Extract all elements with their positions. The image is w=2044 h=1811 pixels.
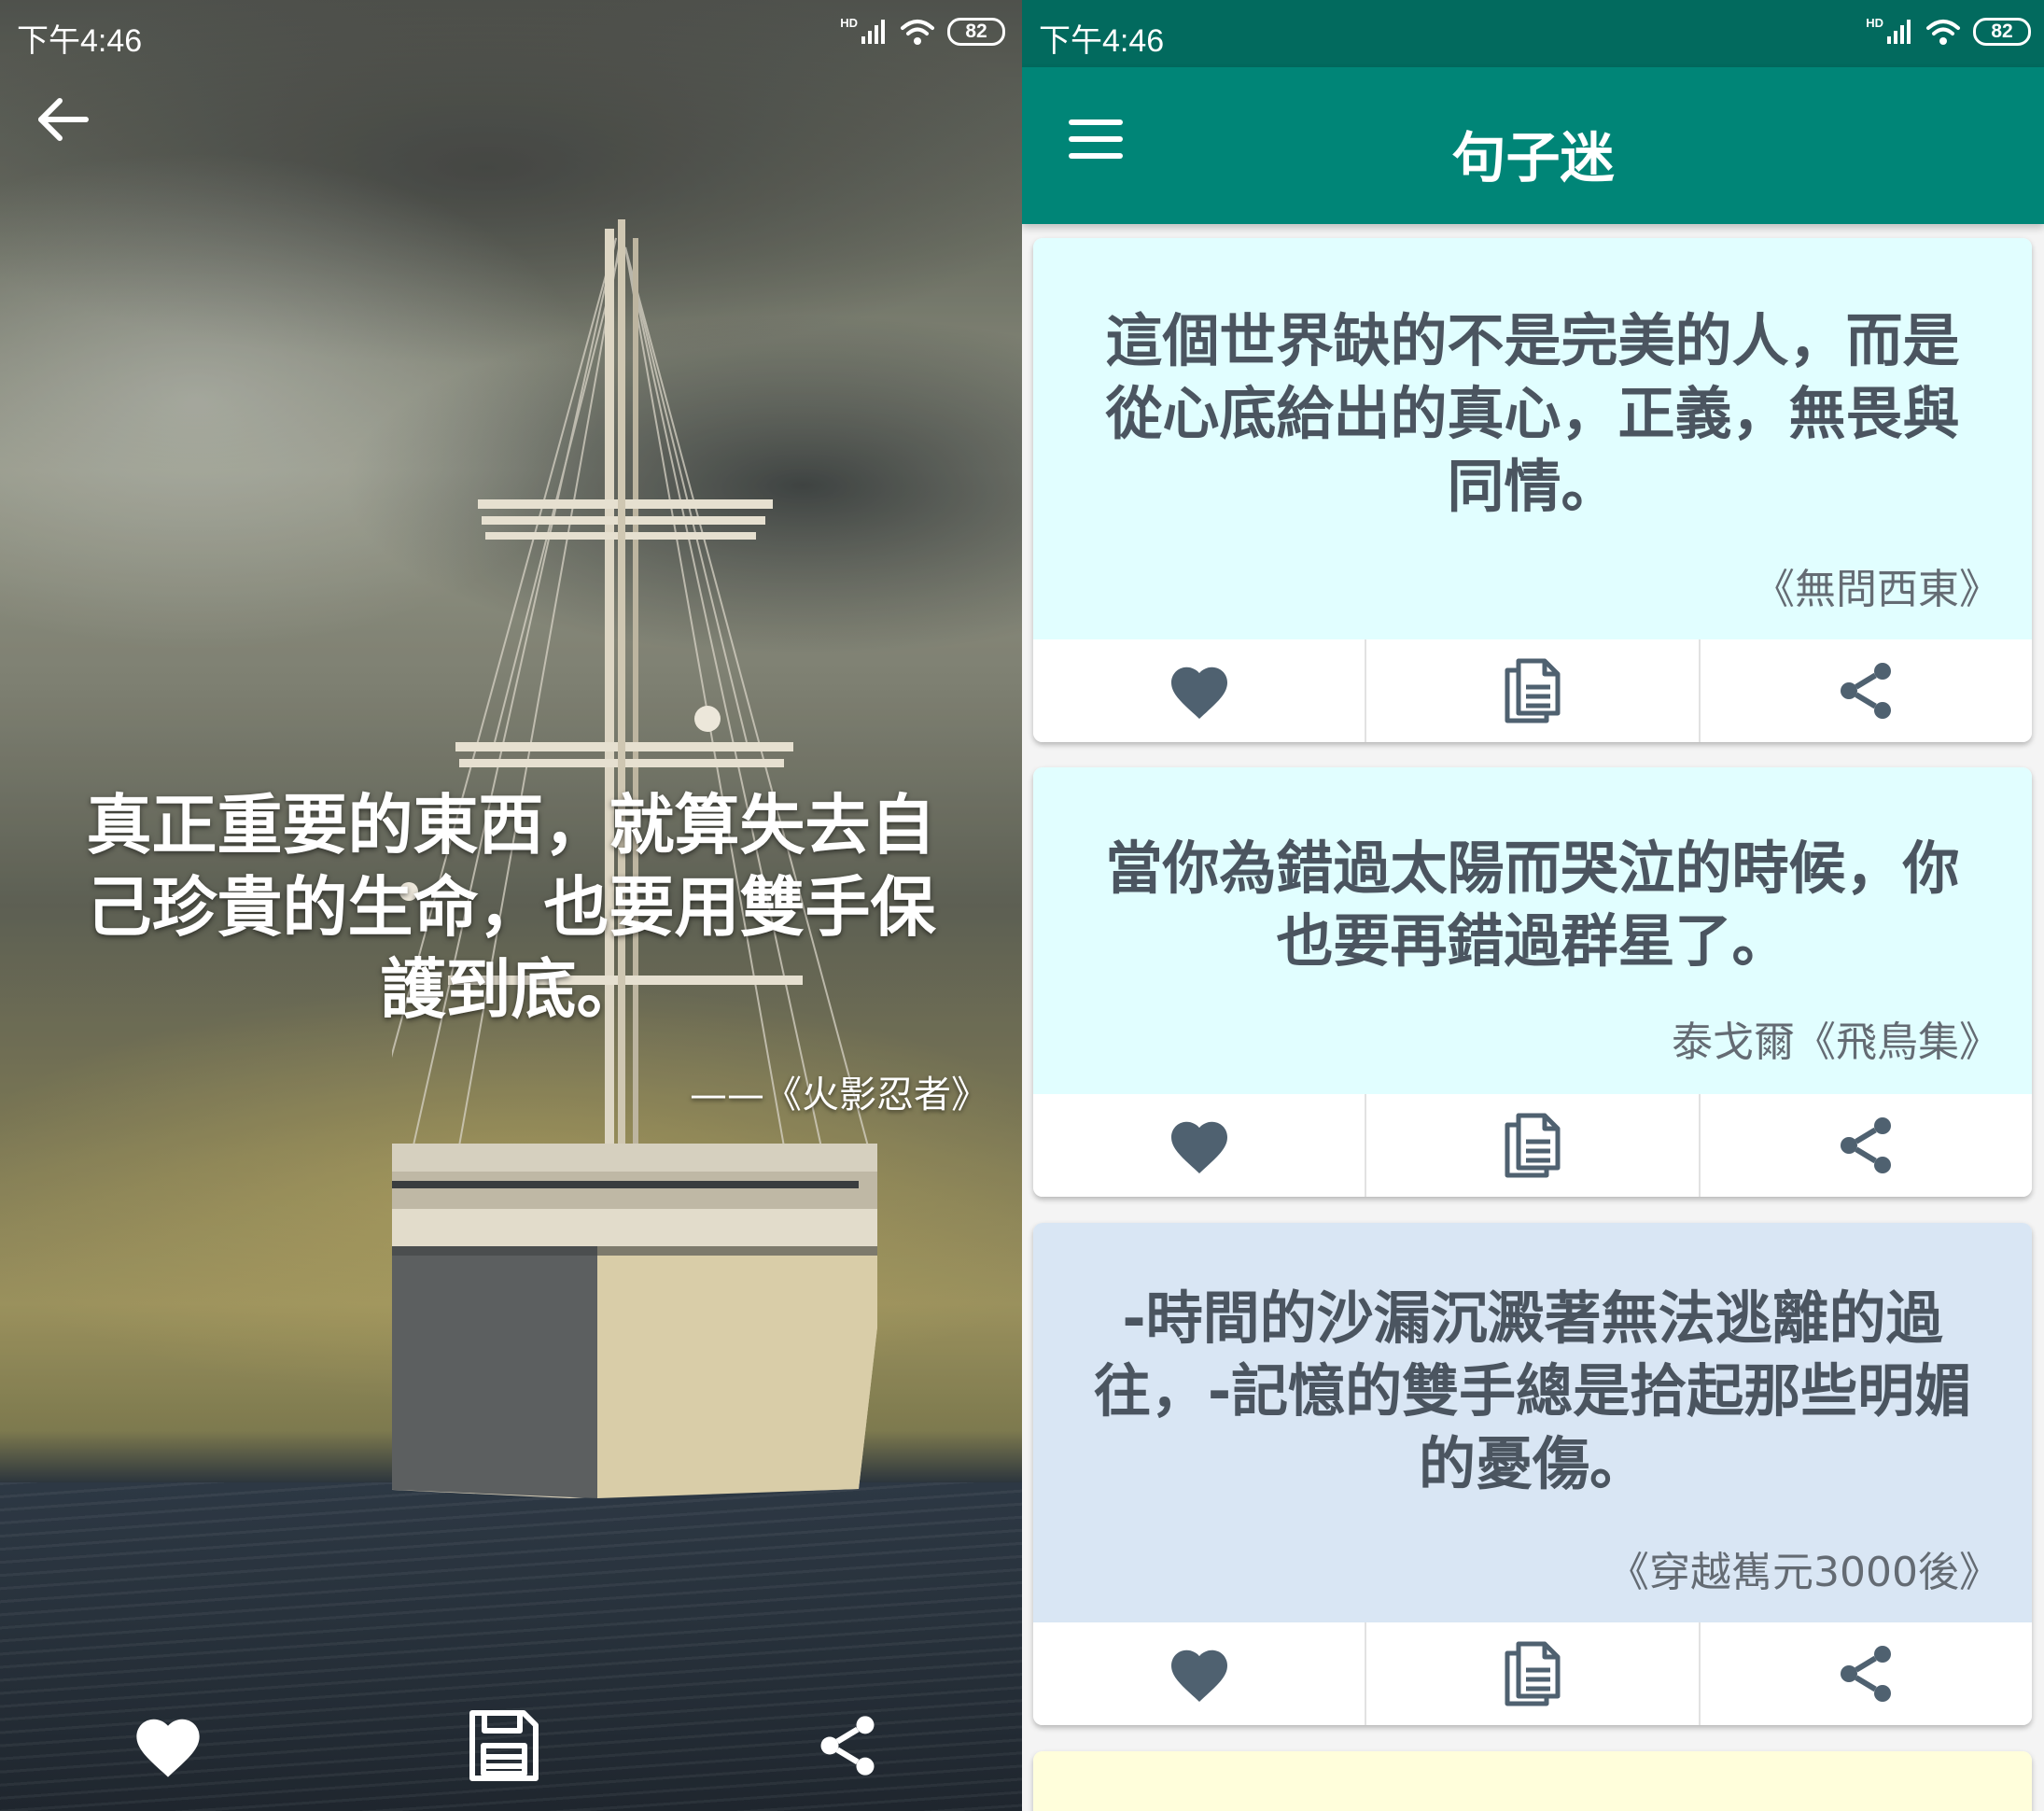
status-bar: 下午4:46 HD 82 <box>1022 0 2044 67</box>
share-icon <box>820 1716 875 1776</box>
card-actions <box>1033 1622 2032 1725</box>
heart-icon <box>1170 1121 1227 1173</box>
status-bar: 下午4:46 HD 82 <box>0 0 1022 71</box>
share-icon <box>1841 1117 1892 1173</box>
like-button[interactable] <box>1033 1094 1367 1197</box>
save-icon <box>469 1710 539 1781</box>
quote-card[interactable]: -時間的沙漏沉澱著無法逃離的過往，-記憶的雙手總是拾起那些明媚的憂傷。 《穿越嶲… <box>1033 1223 2032 1725</box>
network-type: HD <box>840 15 858 30</box>
quote-text: 當你為錯過太陽而哭泣的時候，你也要再錯過群星了。 <box>1105 835 1960 975</box>
arrow-left-icon <box>38 98 89 141</box>
quote-card-body[interactable]: -時間的沙漏沉澱著無法逃離的過往，-記憶的雙手總是拾起那些明媚的憂傷。 《穿越嶲… <box>1033 1223 2032 1622</box>
signal-icon <box>1887 20 1911 44</box>
heart-icon <box>1170 667 1227 719</box>
quote-card-body[interactable] <box>1033 1751 2032 1811</box>
network-type: HD <box>1866 15 1883 30</box>
quote-detail-screen: 下午4:46 HD 82 真正重要的東西，就算失去自己珍貴的生命，也要用雙手保護… <box>0 0 1022 1811</box>
share-button[interactable] <box>1701 639 2032 742</box>
favorite-button[interactable] <box>121 1699 215 1792</box>
quote-source: 《無問西東》 <box>1754 566 2000 613</box>
share-button[interactable] <box>1701 1094 2032 1197</box>
like-button[interactable] <box>1033 639 1367 742</box>
signal-icon <box>861 20 885 44</box>
copy-icon <box>1505 1641 1561 1706</box>
share-button[interactable] <box>1701 1622 2032 1725</box>
quote-card-body[interactable]: 這個世界缺的不是完美的人，而是從心底給出的真心，正義，無畏與同情。 《無問西東》 <box>1033 238 2032 639</box>
quote-card[interactable]: 這個世界缺的不是完美的人，而是從心底給出的真心，正義，無畏與同情。 《無問西東》 <box>1033 238 2032 742</box>
app-bar: 句子迷 <box>1022 67 2044 224</box>
heart-icon <box>136 1719 200 1777</box>
quote-source: ——《火影忍者》 <box>690 1074 988 1116</box>
share-icon <box>1841 1646 1892 1702</box>
bottom-action-bar <box>0 1699 1022 1792</box>
back-button[interactable] <box>34 90 93 149</box>
quote-text: -時間的沙漏沉澱著無法逃離的過往，-記憶的雙手總是拾起那些明媚的憂傷。 <box>1093 1285 1972 1497</box>
app-title: 句子迷 <box>1451 126 1615 190</box>
quote-text: 真正重要的東西，就算失去自己珍貴的生命，也要用雙手保護到底。 <box>86 787 936 1028</box>
status-icons: HD 82 <box>1866 15 2031 47</box>
copy-icon <box>1505 658 1561 723</box>
card-actions <box>1033 1094 2032 1197</box>
status-time: 下午4:46 <box>17 23 143 59</box>
copy-icon <box>1505 1113 1561 1178</box>
quote-card-body[interactable]: 當你為錯過太陽而哭泣的時候，你也要再錯過群星了。 泰戈爾《飛鳥集》 <box>1033 767 2032 1094</box>
copy-button[interactable] <box>1366 1622 1701 1725</box>
wifi-icon <box>1926 20 1960 45</box>
quote-text: 這個世界缺的不是完美的人，而是從心底給出的真心，正義，無畏與同情。 <box>1105 308 1960 520</box>
card-actions <box>1033 639 2032 742</box>
quote-list-screen: 下午4:46 HD 82 句子迷 這個世界缺的不是完美的人，而是從心底給出的真心… <box>1022 0 2044 1811</box>
copy-button[interactable] <box>1366 639 1701 742</box>
share-icon <box>1841 663 1892 719</box>
quote-source: 《穿越嶲元3000後》 <box>1608 1549 2000 1596</box>
like-button[interactable] <box>1033 1622 1367 1725</box>
share-button[interactable] <box>801 1699 894 1792</box>
battery-indicator: 82 <box>947 18 1005 46</box>
battery-indicator: 82 <box>1973 18 2031 46</box>
copy-button[interactable] <box>1366 1094 1701 1197</box>
wifi-icon <box>901 20 934 45</box>
heart-icon <box>1170 1650 1227 1702</box>
status-icons: HD 82 <box>840 15 1005 47</box>
quote-card[interactable]: 當你為錯過太陽而哭泣的時候，你也要再錯過群星了。 泰戈爾《飛鳥集》 <box>1033 767 2032 1197</box>
status-time: 下午4:46 <box>1039 23 1165 59</box>
quote-card[interactable] <box>1033 1751 2032 1811</box>
save-button[interactable] <box>457 1699 551 1792</box>
quote-source: 泰戈爾《飛鳥集》 <box>1672 1018 2000 1066</box>
